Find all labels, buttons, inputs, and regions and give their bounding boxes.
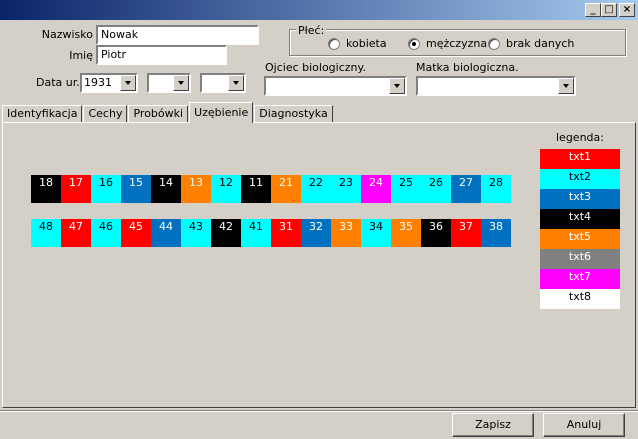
tooth-34[interactable]: 34 (361, 219, 391, 247)
tooth-18[interactable]: 18 (31, 175, 61, 203)
sex-radio-female[interactable]: kobieta (328, 37, 387, 50)
birth-year-value: 1931 (84, 76, 112, 89)
surname-field[interactable]: Nowak (96, 25, 259, 45)
maximize-button[interactable]: □ (601, 3, 617, 17)
tooth-22[interactable]: 22 (301, 175, 331, 203)
sex-radio-unknown[interactable]: brak danych (488, 37, 574, 50)
tab-bar: Identyfikacja Cechy Probówki Uzębienie D… (2, 102, 334, 123)
tooth-12[interactable]: 12 (211, 175, 241, 203)
tooth-24[interactable]: 24 (361, 175, 391, 203)
mother-select[interactable] (416, 76, 576, 96)
father-label: Ojciec biologiczny. (265, 61, 366, 74)
tooth-43[interactable]: 43 (181, 219, 211, 247)
birth-date-label: Data ur. (36, 76, 80, 89)
legend-item-txt2: txt2 (540, 169, 620, 189)
legend-item-txt4: txt4 (540, 209, 620, 229)
tooth-27[interactable]: 27 (451, 175, 481, 203)
tooth-13[interactable]: 13 (181, 175, 211, 203)
sex-option-label: brak danych (506, 37, 575, 50)
birth-day-select[interactable] (200, 73, 246, 93)
legend-item-txt8: txt8 (540, 289, 620, 309)
minimize-button[interactable]: _ (585, 3, 601, 17)
name-label: Imię (69, 49, 93, 62)
bottom-separator (0, 410, 638, 412)
radio-selected-icon (408, 37, 420, 50)
close-icon: × (622, 4, 632, 15)
tooth-46[interactable]: 46 (91, 219, 121, 247)
tooth-45[interactable]: 45 (121, 219, 151, 247)
father-select[interactable] (264, 76, 407, 96)
tooth-14[interactable]: 14 (151, 175, 181, 203)
tooth-48[interactable]: 48 (31, 219, 61, 247)
tooth-47[interactable]: 47 (61, 219, 91, 247)
name-field[interactable]: Piotr (96, 45, 227, 65)
legend-item-txt7: txt7 (540, 269, 620, 289)
save-button[interactable]: Zapisz (452, 413, 534, 437)
legend-item-txt5: txt5 (540, 229, 620, 249)
title-bar: _ □ × (0, 0, 638, 20)
legend-item-txt3: txt3 (540, 189, 620, 209)
tooth-25[interactable]: 25 (391, 175, 421, 203)
tooth-44[interactable]: 44 (151, 219, 181, 247)
tab-probowki[interactable]: Probówki (128, 105, 189, 123)
birth-month-select[interactable] (147, 73, 191, 93)
tooth-28[interactable]: 28 (481, 175, 511, 203)
chevron-down-icon[interactable] (558, 78, 574, 94)
tooth-32[interactable]: 32 (301, 219, 331, 247)
maximize-icon: □ (604, 4, 614, 15)
chevron-down-icon[interactable] (173, 75, 189, 91)
tooth-21[interactable]: 21 (271, 175, 301, 203)
legend-item-txt1: txt1 (540, 149, 620, 169)
tooth-33[interactable]: 33 (331, 219, 361, 247)
close-button[interactable]: × (619, 3, 635, 17)
tooth-16[interactable]: 16 (91, 175, 121, 203)
tab-diagnostyka[interactable]: Diagnostyka (254, 105, 333, 123)
tooth-42[interactable]: 42 (211, 219, 241, 247)
tooth-41[interactable]: 41 (241, 219, 271, 247)
tooth-31[interactable]: 31 (271, 219, 301, 247)
radio-icon (488, 37, 500, 50)
tooth-26[interactable]: 26 (421, 175, 451, 203)
tooth-38[interactable]: 38 (481, 219, 511, 247)
sex-label: Płeć: (296, 24, 327, 37)
tab-uzebienie[interactable]: Uzębienie (189, 102, 254, 123)
tooth-36[interactable]: 36 (421, 219, 451, 247)
chevron-down-icon[interactable] (120, 75, 136, 91)
mother-label: Matka biologiczna. (416, 61, 519, 74)
tooth-35[interactable]: 35 (391, 219, 421, 247)
legend-title: legenda: (556, 131, 604, 144)
sex-option-label: kobieta (346, 37, 387, 50)
tooth-37[interactable]: 37 (451, 219, 481, 247)
tab-identyfikacja[interactable]: Identyfikacja (2, 105, 83, 123)
minimize-icon: _ (590, 4, 596, 15)
chevron-down-icon[interactable] (228, 75, 244, 91)
tooth-11[interactable]: 11 (241, 175, 271, 203)
sex-radio-male[interactable]: mężczyzna (408, 37, 487, 50)
sex-option-label: mężczyzna (426, 37, 488, 50)
tab-cechy[interactable]: Cechy (83, 105, 128, 123)
birth-year-select[interactable]: 1931 (80, 73, 138, 93)
surname-label: Nazwisko (41, 28, 93, 41)
cancel-button[interactable]: Anuluj (543, 413, 625, 437)
tooth-17[interactable]: 17 (61, 175, 91, 203)
tooth-23[interactable]: 23 (331, 175, 361, 203)
chevron-down-icon[interactable] (389, 78, 405, 94)
radio-icon (328, 37, 340, 50)
tooth-15[interactable]: 15 (121, 175, 151, 203)
legend-item-txt6: txt6 (540, 249, 620, 269)
